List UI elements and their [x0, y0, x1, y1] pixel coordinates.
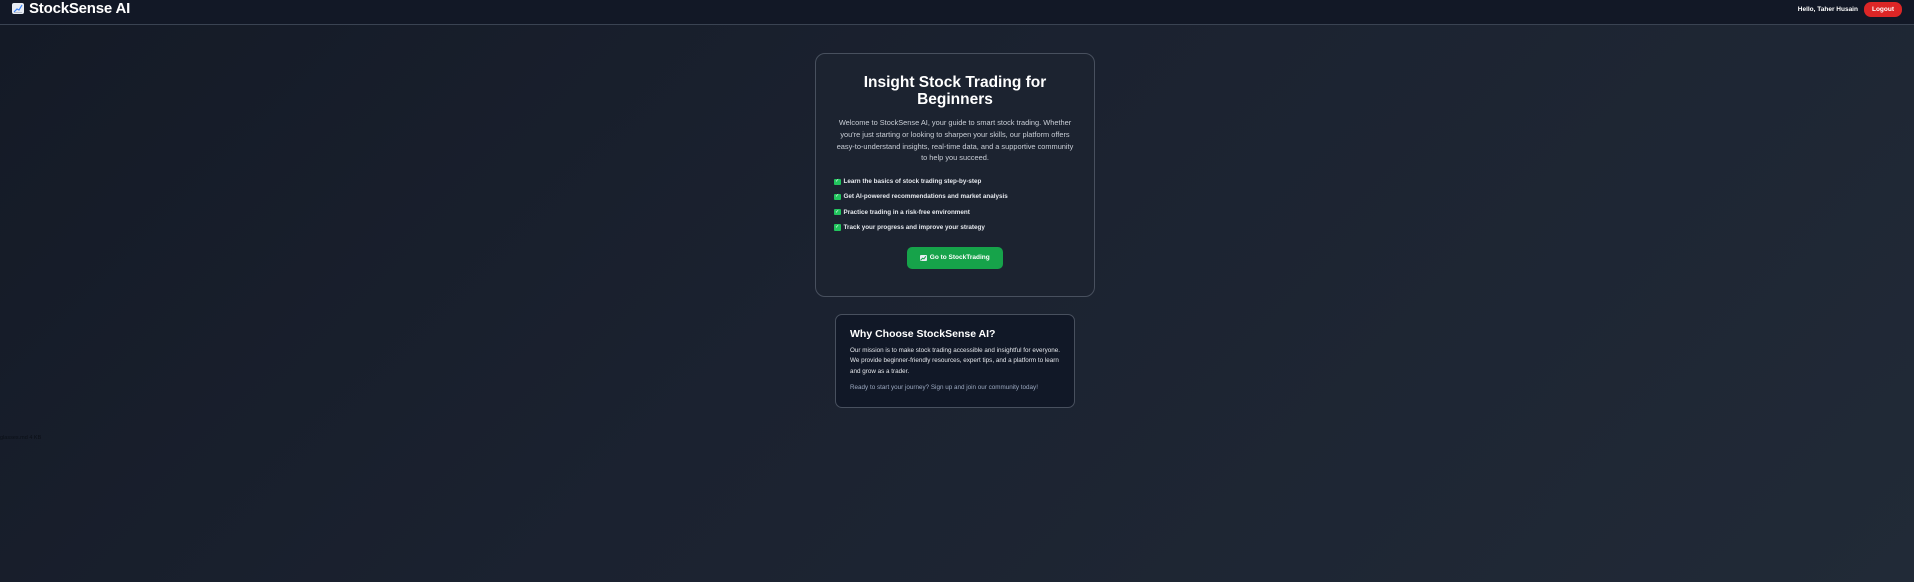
hero-description: Welcome to StockSense AI, your guide to …: [836, 118, 1074, 163]
user-area: Hello, Taher Husain Logout: [1797, 1, 1902, 17]
feature-item: ✓ Get AI-powered recommendations and mar…: [834, 189, 1076, 204]
feature-item: ✓ Practice trading in a risk-free enviro…: [834, 205, 1076, 220]
hero-title: Insight Stock Trading for Beginners: [863, 74, 1047, 108]
brand-title: StockSense AI: [29, 0, 131, 17]
check-box-icon: ✓: [834, 193, 841, 201]
feature-label: Track your progress and improve your str…: [843, 223, 985, 231]
brand[interactable]: StockSense AI: [12, 0, 130, 17]
check-box-icon: ✓: [834, 208, 841, 216]
stray-file-label: glasses.md 4 KB: [0, 435, 42, 441]
logout-button[interactable]: Logout: [1863, 1, 1902, 17]
chart-increasing-icon: [920, 254, 927, 262]
join-community-text: Ready to start your journey? Sign up and…: [850, 383, 1038, 391]
feature-label: Practice trading in a risk-free environm…: [843, 208, 970, 216]
feature-list: ✓ Learn the basics of stock trading step…: [834, 174, 1076, 235]
hero-card: Insight Stock Trading for Beginners Welc…: [815, 53, 1095, 297]
cta-label: Go to StockTrading: [929, 254, 990, 262]
check-box-icon: ✓: [834, 178, 841, 186]
why-title: Why Choose StockSense AI?: [850, 328, 996, 340]
chart-increasing-icon: [12, 2, 24, 14]
top-navbar: StockSense AI Hello, Taher Husain Logout: [0, 0, 1914, 25]
user-greeting: Hello, Taher Husain: [1797, 5, 1858, 13]
feature-label: Learn the basics of stock trading step-b…: [843, 178, 982, 186]
feature-item: ✓ Learn the basics of stock trading step…: [834, 174, 1076, 189]
feature-item: ✓ Track your progress and improve your s…: [834, 220, 1076, 235]
why-choose-card: Why Choose StockSense AI? Our mission is…: [835, 314, 1075, 408]
go-to-stocktrading-button[interactable]: Go to StockTrading: [907, 246, 1003, 269]
feature-label: Get AI-powered recommendations and marke…: [843, 193, 1008, 201]
mission-text: Our mission is to make stock trading acc…: [850, 347, 1060, 375]
check-box-icon: ✓: [834, 223, 841, 231]
